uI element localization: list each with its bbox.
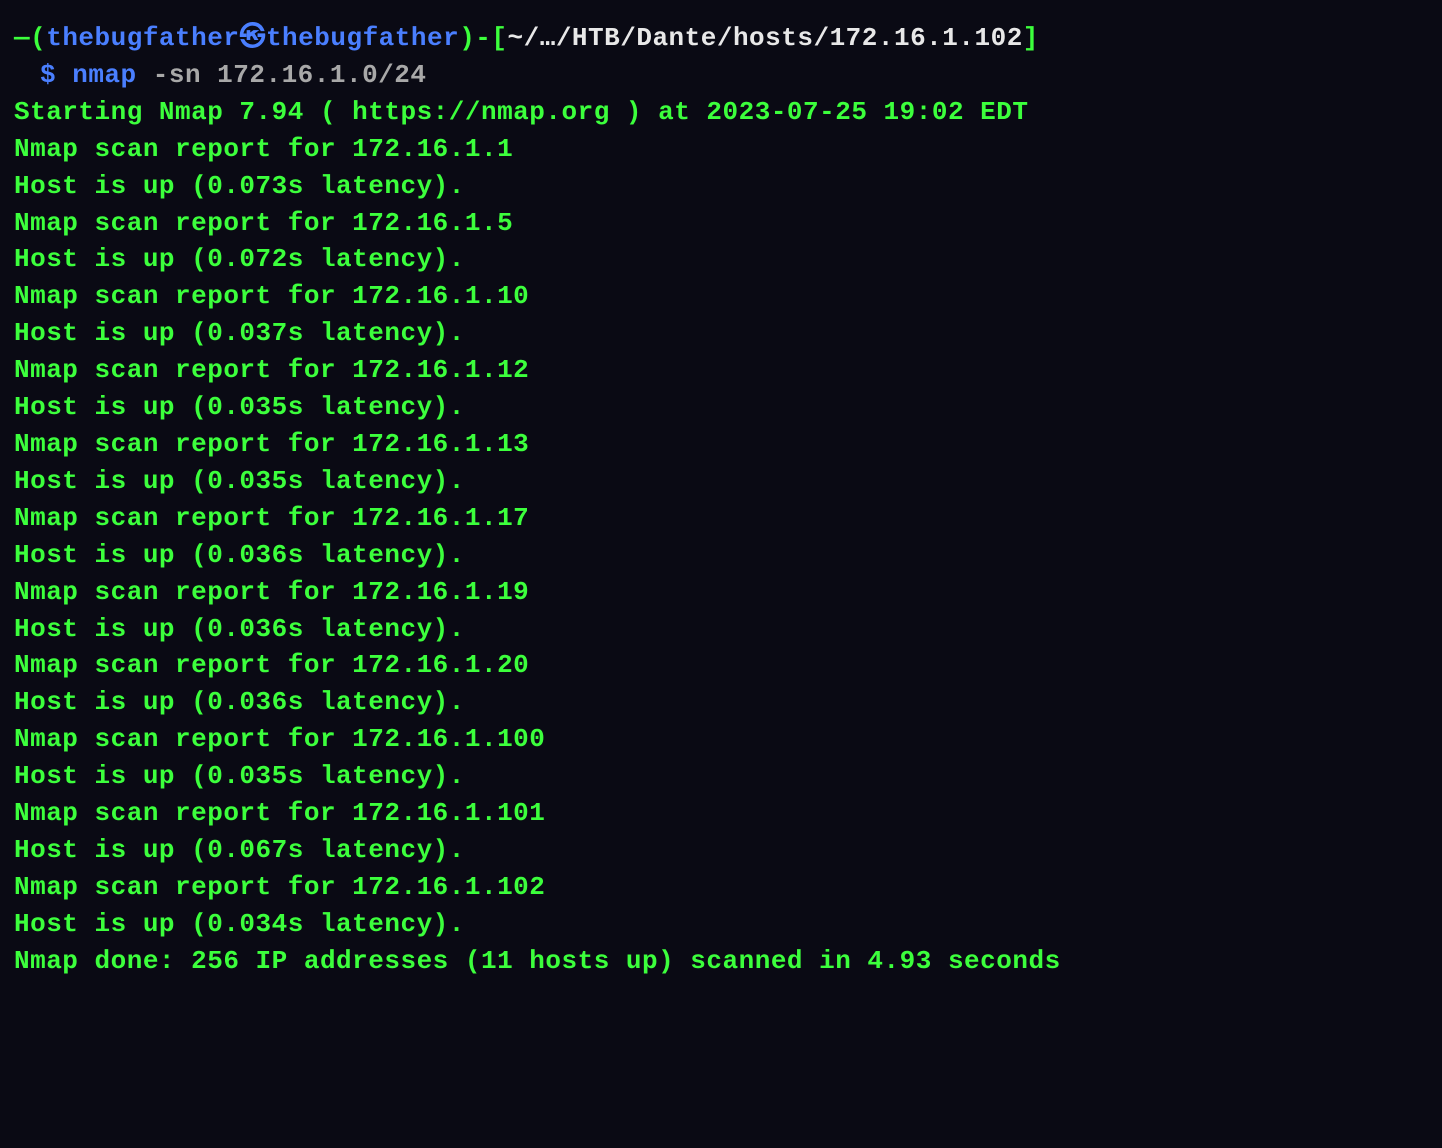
- prompt-line-1: —(thebugfather㉿thebugfather)-[~/…/HTB/Da…: [14, 20, 1428, 57]
- prompt-close-bracket: ]: [1023, 20, 1039, 57]
- output-line: Nmap scan report for 172.16.1.12: [14, 352, 1428, 389]
- output-line: Starting Nmap 7.94 ( https://nmap.org ) …: [14, 94, 1428, 131]
- output-line: Host is up (0.036s latency).: [14, 611, 1428, 648]
- output-line: Nmap scan report for 172.16.1.102: [14, 869, 1428, 906]
- output-line: Host is up (0.036s latency).: [14, 537, 1428, 574]
- user-host: thebugfather㉿thebugfather: [46, 20, 459, 57]
- command-line[interactable]: $ nmap -sn 172.16.1.0/24: [14, 57, 1428, 94]
- command-args: -sn 172.16.1.0/24: [137, 60, 427, 90]
- current-path: ~/…/HTB/Dante/hosts/172.16.1.102: [508, 20, 1023, 57]
- prompt-symbol: $: [40, 60, 56, 90]
- output-line: Host is up (0.072s latency).: [14, 241, 1428, 278]
- prompt-dash: -: [475, 20, 491, 57]
- output-line: Host is up (0.035s latency).: [14, 389, 1428, 426]
- output-line: Nmap scan report for 172.16.1.17: [14, 500, 1428, 537]
- output-line: Host is up (0.037s latency).: [14, 315, 1428, 352]
- prompt-open-bracket: [: [491, 20, 507, 57]
- output-line: Host is up (0.073s latency).: [14, 168, 1428, 205]
- output-line: Nmap scan report for 172.16.1.20: [14, 647, 1428, 684]
- output-line: Nmap scan report for 172.16.1.101: [14, 795, 1428, 832]
- terminal-output[interactable]: —(thebugfather㉿thebugfather)-[~/…/HTB/Da…: [14, 20, 1428, 980]
- output-line: Host is up (0.036s latency).: [14, 684, 1428, 721]
- output-line: Host is up (0.035s latency).: [14, 758, 1428, 795]
- output-line: Host is up (0.034s latency).: [14, 906, 1428, 943]
- output-line: Nmap scan report for 172.16.1.13: [14, 426, 1428, 463]
- output-line: Nmap scan report for 172.16.1.5: [14, 205, 1428, 242]
- output-line: Nmap scan report for 172.16.1.100: [14, 721, 1428, 758]
- output-line: Nmap scan report for 172.16.1.10: [14, 278, 1428, 315]
- prompt-close-paren: ): [459, 20, 475, 57]
- output-line: Nmap scan report for 172.16.1.1: [14, 131, 1428, 168]
- output-line: Nmap scan report for 172.16.1.19: [14, 574, 1428, 611]
- prompt-open-paren: —(: [14, 20, 46, 57]
- output-line: Nmap done: 256 IP addresses (11 hosts up…: [14, 943, 1428, 980]
- command-name: nmap: [72, 60, 136, 90]
- output-line: Host is up (0.035s latency).: [14, 463, 1428, 500]
- output-line: Host is up (0.067s latency).: [14, 832, 1428, 869]
